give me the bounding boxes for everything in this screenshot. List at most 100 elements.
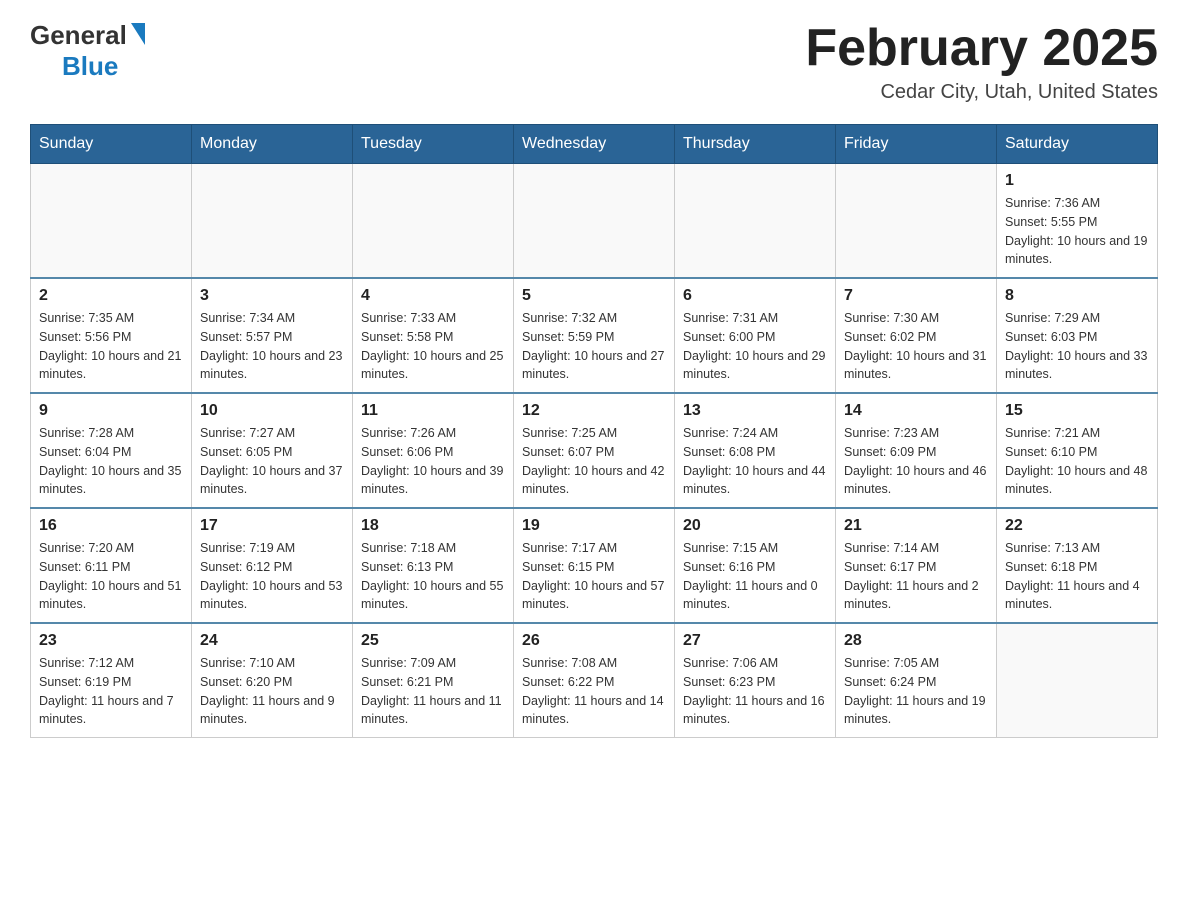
calendar-cell — [675, 164, 836, 279]
day-info: Sunrise: 7:28 AMSunset: 6:04 PMDaylight:… — [39, 424, 183, 499]
calendar-week-row: 2 Sunrise: 7:35 AMSunset: 5:56 PMDaylight… — [31, 278, 1158, 393]
calendar-cell: 3 Sunrise: 7:34 AMSunset: 5:57 PMDaylight… — [192, 278, 353, 393]
month-title: February 2025 — [805, 20, 1158, 77]
day-of-week-header: Sunday — [31, 125, 192, 164]
calendar-cell: 13 Sunrise: 7:24 AMSunset: 6:08 PMDayligh… — [675, 393, 836, 508]
logo-triangle-icon — [131, 23, 145, 45]
calendar-week-row: 16 Sunrise: 7:20 AMSunset: 6:11 PMDayligh… — [31, 508, 1158, 623]
day-info: Sunrise: 7:17 AMSunset: 6:15 PMDaylight:… — [522, 539, 666, 614]
day-number: 7 — [844, 287, 988, 305]
calendar-cell: 19Sunrise: 7:17 AMSunset: 6:15 PMDayligh… — [514, 508, 675, 623]
day-info: Sunrise: 7:06 AMSunset: 6:23 PMDaylight:… — [683, 654, 827, 729]
day-info: Sunrise: 7:18 AMSunset: 6:13 PMDaylight:… — [361, 539, 505, 614]
calendar-cell: 14Sunrise: 7:23 AMSunset: 6:09 PMDayligh… — [836, 393, 997, 508]
calendar-cell: 11 Sunrise: 7:26 AMSunset: 6:06 PMDayligh… — [353, 393, 514, 508]
day-number: 2 — [39, 287, 183, 305]
day-number: 10 — [200, 402, 344, 420]
day-number: 13 — [683, 402, 827, 420]
day-number: 20 — [683, 517, 827, 535]
calendar-cell: 22 Sunrise: 7:13 AMSunset: 6:18 PMDayligh… — [997, 508, 1158, 623]
day-number: 12 — [522, 402, 666, 420]
day-number: 24 — [200, 632, 344, 650]
day-number: 23 — [39, 632, 183, 650]
day-number: 21 — [844, 517, 988, 535]
day-number: 27 — [683, 632, 827, 650]
calendar-cell — [192, 164, 353, 279]
day-info: Sunrise: 7:15 AMSunset: 6:16 PMDaylight:… — [683, 539, 827, 614]
day-info: Sunrise: 7:24 AMSunset: 6:08 PMDaylight:… — [683, 424, 827, 499]
calendar-cell: 21 Sunrise: 7:14 AMSunset: 6:17 PMDayligh… — [836, 508, 997, 623]
day-number: 22 — [1005, 517, 1149, 535]
day-number: 11 — [361, 402, 505, 420]
day-info: Sunrise: 7:29 AMSunset: 6:03 PMDaylight:… — [1005, 309, 1149, 384]
day-info: Sunrise: 7:08 AMSunset: 6:22 PMDaylight:… — [522, 654, 666, 729]
page-header: General Blue February 2025 Cedar City, U… — [30, 20, 1158, 104]
title-area: February 2025 Cedar City, Utah, United S… — [805, 20, 1158, 104]
calendar-week-row: 9 Sunrise: 7:28 AMSunset: 6:04 PMDaylight… — [31, 393, 1158, 508]
day-of-week-header: Friday — [836, 125, 997, 164]
day-info: Sunrise: 7:05 AMSunset: 6:24 PMDaylight:… — [844, 654, 988, 729]
calendar-cell: 2 Sunrise: 7:35 AMSunset: 5:56 PMDaylight… — [31, 278, 192, 393]
day-number: 4 — [361, 287, 505, 305]
calendar-cell — [836, 164, 997, 279]
day-number: 28 — [844, 632, 988, 650]
day-number: 3 — [200, 287, 344, 305]
day-of-week-header: Thursday — [675, 125, 836, 164]
day-number: 18 — [361, 517, 505, 535]
day-info: Sunrise: 7:19 AMSunset: 6:12 PMDaylight:… — [200, 539, 344, 614]
calendar-cell — [353, 164, 514, 279]
day-number: 5 — [522, 287, 666, 305]
day-of-week-header: Wednesday — [514, 125, 675, 164]
day-info: Sunrise: 7:36 AMSunset: 5:55 PMDaylight:… — [1005, 194, 1149, 269]
calendar-cell: 23 Sunrise: 7:12 AMSunset: 6:19 PMDayligh… — [31, 623, 192, 738]
day-info: Sunrise: 7:30 AMSunset: 6:02 PMDaylight:… — [844, 309, 988, 384]
day-number: 17 — [200, 517, 344, 535]
calendar-week-row: 23 Sunrise: 7:12 AMSunset: 6:19 PMDayligh… — [31, 623, 1158, 738]
calendar-cell — [31, 164, 192, 279]
calendar-cell: 27 Sunrise: 7:06 AMSunset: 6:23 PMDayligh… — [675, 623, 836, 738]
calendar-cell: 9 Sunrise: 7:28 AMSunset: 6:04 PMDaylight… — [31, 393, 192, 508]
calendar-cell: 5 Sunrise: 7:32 AMSunset: 5:59 PMDaylight… — [514, 278, 675, 393]
day-info: Sunrise: 7:20 AMSunset: 6:11 PMDaylight:… — [39, 539, 183, 614]
day-info: Sunrise: 7:13 AMSunset: 6:18 PMDaylight:… — [1005, 539, 1149, 614]
calendar-table: SundayMondayTuesdayWednesdayThursdayFrid… — [30, 124, 1158, 738]
day-of-week-header: Tuesday — [353, 125, 514, 164]
day-info: Sunrise: 7:32 AMSunset: 5:59 PMDaylight:… — [522, 309, 666, 384]
day-info: Sunrise: 7:26 AMSunset: 6:06 PMDaylight:… — [361, 424, 505, 499]
day-number: 15 — [1005, 402, 1149, 420]
calendar-cell: 20 Sunrise: 7:15 AMSunset: 6:16 PMDayligh… — [675, 508, 836, 623]
day-info: Sunrise: 7:21 AMSunset: 6:10 PMDaylight:… — [1005, 424, 1149, 499]
day-info: Sunrise: 7:34 AMSunset: 5:57 PMDaylight:… — [200, 309, 344, 384]
logo: General Blue — [30, 20, 145, 82]
day-info: Sunrise: 7:25 AMSunset: 6:07 PMDaylight:… — [522, 424, 666, 499]
day-info: Sunrise: 7:14 AMSunset: 6:17 PMDaylight:… — [844, 539, 988, 614]
calendar-cell: 4 Sunrise: 7:33 AMSunset: 5:58 PMDaylight… — [353, 278, 514, 393]
calendar-cell: 25Sunrise: 7:09 AMSunset: 6:21 PMDayligh… — [353, 623, 514, 738]
calendar-cell: 6Sunrise: 7:31 AMSunset: 6:00 PMDaylight… — [675, 278, 836, 393]
day-number: 26 — [522, 632, 666, 650]
location-text: Cedar City, Utah, United States — [805, 81, 1158, 104]
calendar-cell: 17 Sunrise: 7:19 AMSunset: 6:12 PMDayligh… — [192, 508, 353, 623]
day-number: 25 — [361, 632, 505, 650]
calendar-cell: 15 Sunrise: 7:21 AMSunset: 6:10 PMDayligh… — [997, 393, 1158, 508]
day-number: 8 — [1005, 287, 1149, 305]
calendar-header-row: SundayMondayTuesdayWednesdayThursdayFrid… — [31, 125, 1158, 164]
day-of-week-header: Monday — [192, 125, 353, 164]
calendar-week-row: 1 Sunrise: 7:36 AMSunset: 5:55 PMDaylight… — [31, 164, 1158, 279]
day-number: 9 — [39, 402, 183, 420]
calendar-cell: 8 Sunrise: 7:29 AMSunset: 6:03 PMDaylight… — [997, 278, 1158, 393]
day-info: Sunrise: 7:27 AMSunset: 6:05 PMDaylight:… — [200, 424, 344, 499]
calendar-cell: 1 Sunrise: 7:36 AMSunset: 5:55 PMDaylight… — [997, 164, 1158, 279]
day-number: 16 — [39, 517, 183, 535]
calendar-cell: 18 Sunrise: 7:18 AMSunset: 6:13 PMDayligh… — [353, 508, 514, 623]
day-number: 14 — [844, 402, 988, 420]
logo-general-text: General — [30, 20, 127, 51]
day-number: 1 — [1005, 172, 1149, 190]
calendar-cell: 7 Sunrise: 7:30 AMSunset: 6:02 PMDaylight… — [836, 278, 997, 393]
calendar-cell: 24 Sunrise: 7:10 AMSunset: 6:20 PMDayligh… — [192, 623, 353, 738]
day-info: Sunrise: 7:10 AMSunset: 6:20 PMDaylight:… — [200, 654, 344, 729]
day-info: Sunrise: 7:12 AMSunset: 6:19 PMDaylight:… — [39, 654, 183, 729]
day-info: Sunrise: 7:35 AMSunset: 5:56 PMDaylight:… — [39, 309, 183, 384]
day-of-week-header: Saturday — [997, 125, 1158, 164]
day-info: Sunrise: 7:33 AMSunset: 5:58 PMDaylight:… — [361, 309, 505, 384]
